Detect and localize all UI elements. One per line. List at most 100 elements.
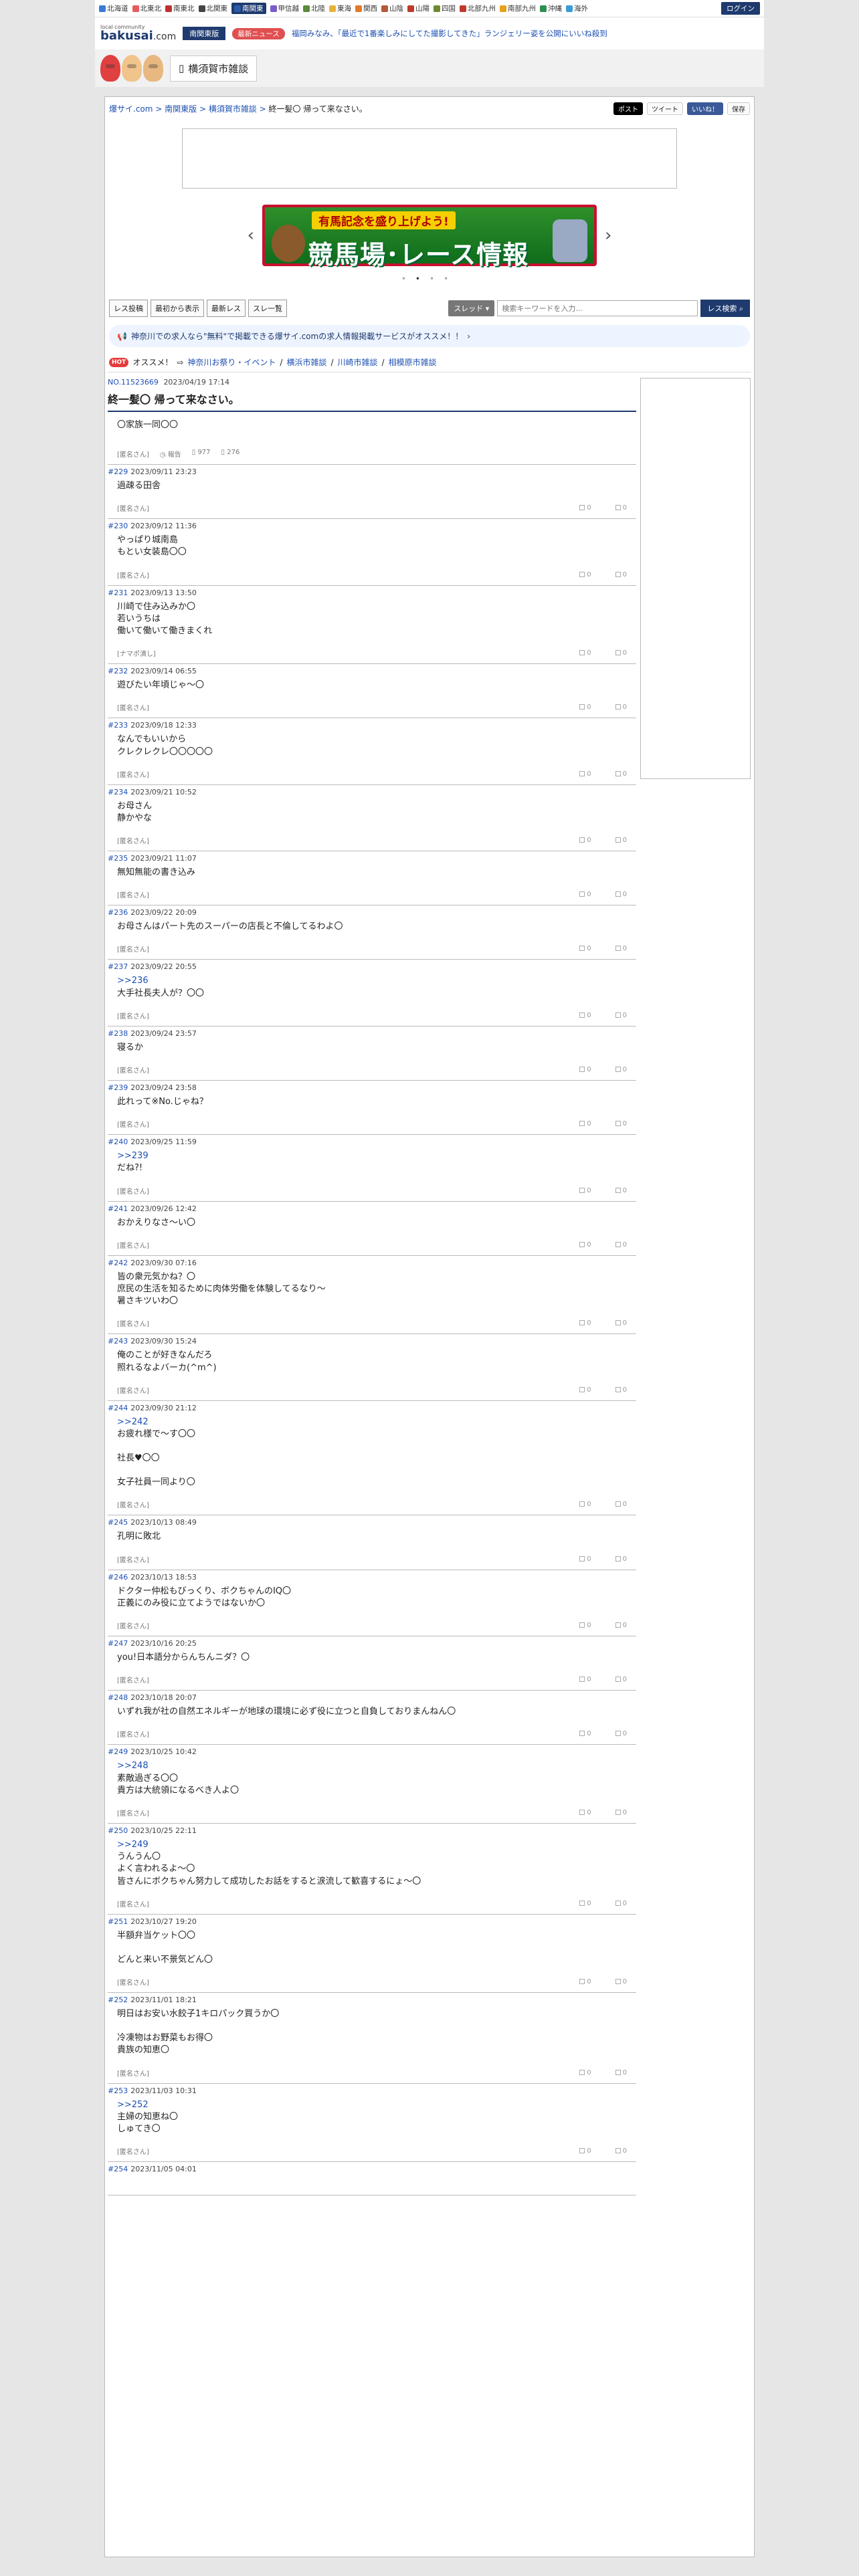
post-number[interactable]: #229 [108,467,128,476]
category-button[interactable]: ▯ 横須賀市雑談 [170,55,258,82]
like-button[interactable]: 0 [579,1730,591,1737]
region-link[interactable]: 北陸 [303,3,325,13]
dislike-button[interactable]: 0 [615,1900,627,1907]
region-link[interactable]: 関西 [355,3,377,13]
like-button[interactable]: 0 [579,649,591,657]
dislike-button[interactable]: 0 [615,1319,627,1327]
dislike-button[interactable]: 0 [615,1555,627,1563]
login-button[interactable]: ログイン [721,2,760,15]
post-number[interactable]: #245 [108,1518,128,1527]
dislike-button[interactable]: 0 [615,1622,627,1629]
dislike-button[interactable]: 0 [615,1012,627,1019]
reply-anchor-link[interactable]: >>236 [117,975,627,987]
reply-anchor-link[interactable]: >>249 [117,1839,627,1851]
post-number[interactable]: #237 [108,962,128,971]
reco-link[interactable]: 相模原市雑談 [389,356,437,368]
carousel-dot[interactable]: • [444,274,458,284]
news-link[interactable]: 福岡みなみ、「最近で1番楽しみにしてた撮影してきた」ランジェリー姿を公開にいいね… [292,28,607,39]
region-link[interactable]: 甲信越 [270,3,299,13]
dislike-button[interactable]: 0 [615,704,627,711]
like-button[interactable]: 0 [579,504,591,512]
post-reply-button[interactable]: レス投稿 [109,300,148,317]
reply-anchor-link[interactable]: >>239 [117,1150,627,1162]
like-button[interactable]: 0 [579,2069,591,2076]
post-number[interactable]: #253 [108,2086,128,2095]
dislike-button[interactable]: 0 [615,649,627,657]
tweet-button[interactable]: ツイート [647,102,683,115]
region-link[interactable]: 東海 [329,3,351,13]
region-link[interactable]: 南関東 [231,3,266,14]
like-button[interactable]: 0 [579,891,591,898]
post-number[interactable]: #241 [108,1204,128,1213]
like-button[interactable]: 0 [579,1676,591,1683]
like-button[interactable]: 0 [579,1555,591,1563]
dislike-button[interactable]: 0 [615,2069,627,2076]
region-link[interactable]: 北東北 [132,3,161,13]
dislike-button[interactable]: 0 [615,2147,627,2155]
carousel-dot[interactable]: • [430,274,444,284]
reco-link[interactable]: 川崎市雑談 [338,356,378,368]
dislike-button[interactable]: 0 [615,1676,627,1683]
region-link[interactable]: 山陰 [381,3,403,13]
region-link[interactable]: 北部九州 [460,3,496,13]
show-from-first-button[interactable]: 最初から表示 [151,300,204,317]
like-button[interactable]: 0 [579,1012,591,1019]
site-logo[interactable]: local community bakusai.com [100,25,176,42]
post-number[interactable]: #248 [108,1693,128,1702]
search-input[interactable] [497,300,698,316]
post-number[interactable]: #250 [108,1826,128,1835]
save-button[interactable]: 保存 [727,102,750,115]
region-link[interactable]: 南東北 [165,3,195,13]
post-number[interactable]: #254 [108,2165,128,2173]
like-button[interactable]: 0 [579,1241,591,1249]
breadcrumb-board[interactable]: 横須賀市雑談 [209,104,257,114]
region-link[interactable]: 北関東 [198,3,227,13]
like-button[interactable]: 0 [579,1187,591,1194]
post-number[interactable]: #246 [108,1573,128,1582]
search-scope-select[interactable]: スレッド ▾ [448,300,495,316]
dislike-button[interactable]: 0 [615,1187,627,1194]
post-number[interactable]: #243 [108,1337,128,1346]
post-number[interactable]: #244 [108,1404,128,1412]
breadcrumb-site[interactable]: 爆サイ.com [109,104,153,114]
like-button[interactable]: 0 [579,1386,591,1394]
like-button[interactable]: 0 [579,1978,591,1985]
carousel-prev-icon[interactable]: ‹ [248,225,254,245]
reply-anchor-link[interactable]: >>252 [117,2099,627,2111]
post-number[interactable]: #236 [108,908,128,917]
post-number[interactable]: #230 [108,522,128,530]
region-link[interactable]: 海外 [566,3,588,13]
dislike-button[interactable]: 0 [615,837,627,844]
horse-racing-banner[interactable]: 有馬記念を盛り上げよう! 競馬場･レース情報 [262,205,597,270]
x-post-button[interactable]: ポスト [613,102,643,115]
dislike-button[interactable]: 0 [615,1066,627,1073]
dislike-button[interactable]: 0 [615,1809,627,1816]
like-button[interactable]: 0 [579,837,591,844]
like-button[interactable]: 0 [579,571,591,578]
dislike-button[interactable]: 0 [615,945,627,952]
post-number[interactable]: #247 [108,1639,128,1648]
like-button[interactable]: 0 [579,1809,591,1816]
dislike-button[interactable]: 0 [615,504,627,512]
like-button[interactable]: 0 [579,1319,591,1327]
post-number[interactable]: #232 [108,667,128,675]
like-button[interactable]: 0 [579,945,591,952]
facebook-like-button[interactable]: いいね！ [687,102,723,115]
reply-search-button[interactable]: レス検索 ⌕ [700,300,750,317]
post-number[interactable]: #249 [108,1747,128,1756]
like-button[interactable]: 0 [579,704,591,711]
dislike-button[interactable]: 0 [615,1730,627,1737]
reco-link[interactable]: 神奈川お祭り・イベント [187,356,276,368]
like-button[interactable]: 0 [579,1066,591,1073]
post-number[interactable]: #234 [108,788,128,796]
post-number[interactable]: #252 [108,1996,128,2004]
like-button[interactable]: 0 [579,1622,591,1629]
area-button[interactable]: 南関東版 [183,27,226,40]
dislike-button[interactable]: 0 [615,891,627,898]
dislike-button[interactable]: 0 [615,1978,627,1985]
post-number[interactable]: #251 [108,1917,128,1926]
reply-anchor-link[interactable]: >>242 [117,1416,627,1428]
like-button[interactable]: 0 [579,770,591,778]
dislike-button[interactable]: 0 [615,1241,627,1249]
like-button[interactable]: 0 [579,2147,591,2155]
